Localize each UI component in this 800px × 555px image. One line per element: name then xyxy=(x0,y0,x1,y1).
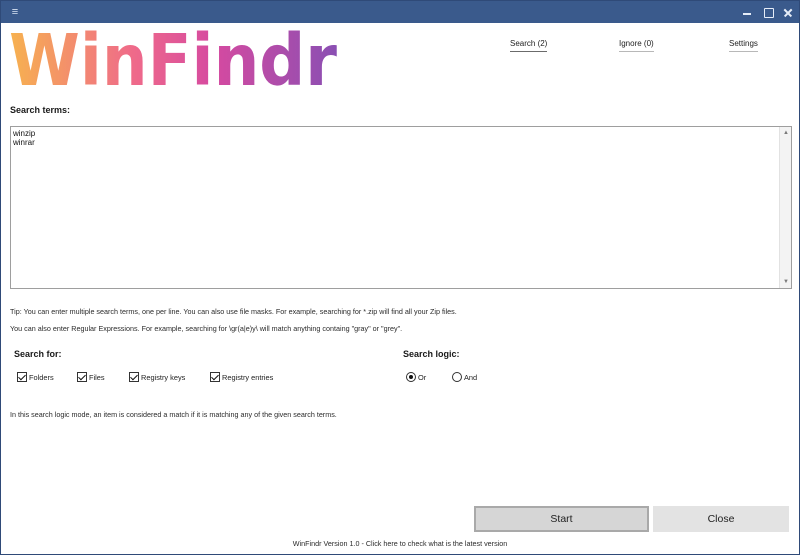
folders-label: Folders xyxy=(29,372,54,382)
minimize-icon[interactable] xyxy=(738,4,756,20)
checkbox-checked-icon xyxy=(17,372,27,382)
checkbox-checked-icon xyxy=(129,372,139,382)
registry-keys-checkbox[interactable]: Registry keys xyxy=(129,371,185,383)
app-window: ≡ WinFindr Search (2) Ignore (0) Setting… xyxy=(0,0,800,555)
logic-and-label: And xyxy=(464,372,478,382)
tab-settings[interactable]: Settings xyxy=(729,39,758,52)
logic-and-radio[interactable]: And xyxy=(452,371,477,383)
radio-selected-icon xyxy=(406,372,416,382)
hamburger-icon[interactable]: ≡ xyxy=(9,5,21,19)
search-for-label: Search for: xyxy=(14,349,62,359)
tab-search[interactable]: Search (2) xyxy=(510,39,548,52)
radio-unselected-icon xyxy=(452,372,462,382)
logo-text: WinFindr xyxy=(9,27,337,91)
search-terms-label: Search terms: xyxy=(10,105,71,115)
checkbox-checked-icon xyxy=(210,372,220,382)
logic-or-radio[interactable]: Or xyxy=(406,371,426,383)
folders-checkbox[interactable]: Folders xyxy=(17,371,54,383)
scroll-up-icon[interactable]: ▲ xyxy=(780,127,792,139)
scroll-down-icon[interactable]: ▼ xyxy=(780,276,792,288)
registry-entries-checkbox[interactable]: Registry entries xyxy=(210,371,273,383)
search-logic-label: Search logic: xyxy=(403,349,460,359)
tab-ignore[interactable]: Ignore (0) xyxy=(619,39,654,52)
logic-description: In this search logic mode, an item is co… xyxy=(10,410,337,419)
tip-file-masks: Tip: You can enter multiple search terms… xyxy=(10,307,457,316)
close-icon[interactable] xyxy=(779,4,797,20)
maximize-icon[interactable] xyxy=(759,4,777,20)
checkbox-checked-icon xyxy=(77,372,87,382)
winfindr-logo: WinFindr xyxy=(9,27,339,91)
logic-or-label: Or xyxy=(418,372,427,382)
search-terms-input[interactable] xyxy=(11,127,779,288)
start-button[interactable]: Start xyxy=(474,506,649,532)
tip-regex: You can also enter Regular Expressions. … xyxy=(10,324,403,333)
files-label: Files xyxy=(89,372,105,382)
title-bar[interactable]: ≡ xyxy=(1,1,799,23)
files-checkbox[interactable]: Files xyxy=(77,371,105,383)
registry-keys-label: Registry keys xyxy=(141,372,186,382)
registry-entries-label: Registry entries xyxy=(222,372,274,382)
close-button[interactable]: Close xyxy=(653,506,789,532)
search-terms-box: ▲ ▼ xyxy=(10,126,792,289)
version-link[interactable]: WinFindr Version 1.0 - Click here to che… xyxy=(1,539,799,548)
search-terms-scrollbar[interactable]: ▲ ▼ xyxy=(779,127,791,288)
